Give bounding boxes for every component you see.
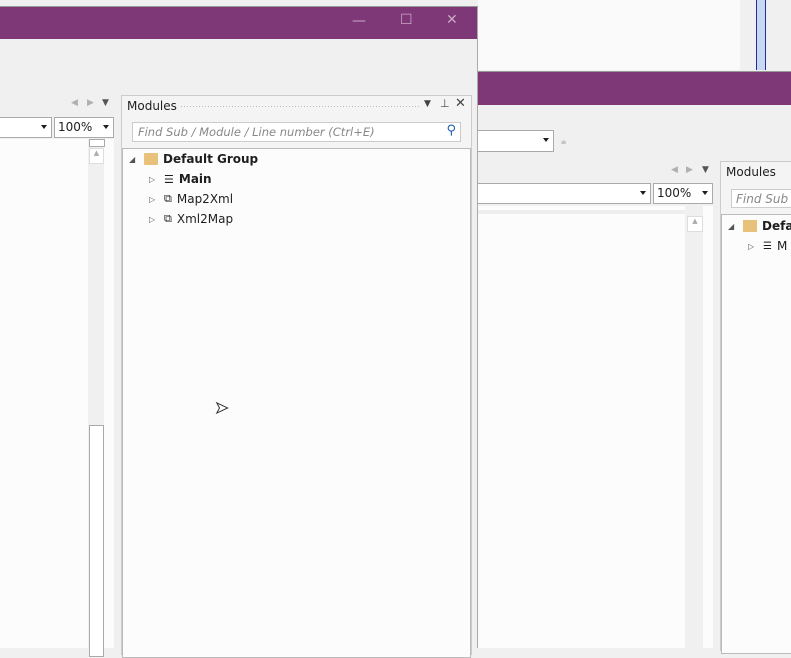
chevron-down-icon — [103, 125, 109, 129]
collapse-icon[interactable]: ◢ — [129, 155, 139, 164]
expand-icon[interactable]: ▷ — [149, 175, 159, 184]
close-pane-icon[interactable]: ✕ — [455, 96, 466, 111]
procedure-icon: ☰ — [164, 172, 174, 186]
back-search-input[interactable]: Find Sub / — [731, 189, 791, 208]
tree-item[interactable]: ▷ ☰ Main — [149, 172, 212, 186]
expand-icon[interactable]: ▷ — [149, 195, 159, 204]
tab-list-icon[interactable]: ▼ — [702, 165, 709, 175]
back-vertical-scrollbar[interactable]: ▲ — [685, 206, 703, 648]
back-modules-pane: Modules Find Sub / ◢ Defa ▷ ☰ M — [720, 161, 791, 654]
folder-icon — [144, 153, 158, 165]
tab-scroll-left-icon[interactable]: ◀ — [71, 98, 78, 108]
procedure-icon: ☰ — [763, 240, 772, 252]
search-icon[interactable]: ⚲ — [446, 123, 456, 138]
vertical-scrollbar[interactable]: ▲ — [88, 139, 105, 657]
back-code-editor[interactable]: ▲ — [477, 206, 713, 648]
tree-item[interactable]: ▷ ⧉ Xml2Map — [149, 212, 233, 226]
class-module-icon: ⧉ — [164, 212, 172, 225]
tree-group[interactable]: Defa — [762, 219, 791, 233]
scroll-up-icon[interactable]: ▲ — [89, 148, 104, 164]
pin-icon[interactable]: ⊥ — [440, 97, 450, 110]
back-procedure-combo[interactable] — [477, 183, 651, 204]
scroll-up-icon[interactable]: ▲ — [687, 216, 703, 232]
chevron-down-icon — [41, 125, 47, 129]
front-window: — ☐ ✕ ◀ ▶ ▼ 100% ▲ Modules ▼ ⊥ ✕ Find Su… — [0, 6, 478, 658]
pane-title: Modules — [127, 99, 177, 113]
chevron-down-icon — [702, 191, 708, 195]
code-editor[interactable]: ▲ — [0, 139, 114, 657]
pane-drag-handle[interactable] — [180, 105, 420, 108]
back-module-tree: ◢ Defa ▷ ☰ M — [721, 214, 791, 654]
back-toolbar-combo[interactable] — [477, 130, 554, 152]
pane-title: Modules — [726, 165, 776, 179]
tree-item[interactable]: ▷ ⧉ Map2Xml — [149, 192, 233, 206]
back-window: ⩧ ◀ ▶ ▼ 100% ▲ Modules Find Sub / ◢ Defa … — [477, 71, 791, 654]
pane-menu-icon[interactable]: ▼ — [424, 99, 431, 109]
expand-icon[interactable]: ▷ — [149, 215, 159, 224]
module-tree: ◢ Default Group ▷ ☰ Main ▷ ⧉ Map2Xml ▷ ⧉ Xml2Ma… — [122, 148, 471, 658]
folder-icon — [743, 220, 757, 232]
chevron-down-icon — [543, 138, 549, 142]
tab-scroll-right-icon[interactable]: ▶ — [87, 98, 94, 108]
tree-group[interactable]: ◢ Default Group — [129, 152, 258, 166]
back-window-title-bar[interactable] — [477, 72, 791, 105]
tree-item[interactable]: M — [777, 239, 787, 253]
background-window — [478, 0, 740, 70]
chevron-down-icon — [640, 191, 646, 195]
minimize-button[interactable]: — — [352, 13, 366, 29]
close-button[interactable]: ✕ — [446, 12, 458, 28]
background-window-edge — [756, 0, 766, 70]
maximize-button[interactable]: ☐ — [400, 12, 413, 28]
scrollbar-thumb[interactable] — [89, 425, 104, 657]
modules-pane: Modules ▼ ⊥ ✕ Find Sub / Module / Line n… — [121, 95, 472, 658]
search-input[interactable]: Find Sub / Module / Line number (Ctrl+E)… — [132, 122, 461, 142]
tab-scroll-right-icon[interactable]: ▶ — [686, 165, 693, 175]
procedure-combo[interactable] — [0, 117, 52, 138]
tab-list-icon[interactable]: ▼ — [102, 98, 109, 108]
class-module-icon: ⧉ — [164, 192, 172, 205]
zoom-combo[interactable]: 100% — [54, 117, 114, 138]
mouse-cursor-icon: ➤ — [214, 398, 229, 418]
tab-scroll-left-icon[interactable]: ◀ — [671, 165, 678, 175]
toolbar-overflow-icon[interactable]: ⩧ — [561, 138, 566, 148]
back-zoom-combo[interactable]: 100% — [653, 183, 713, 204]
